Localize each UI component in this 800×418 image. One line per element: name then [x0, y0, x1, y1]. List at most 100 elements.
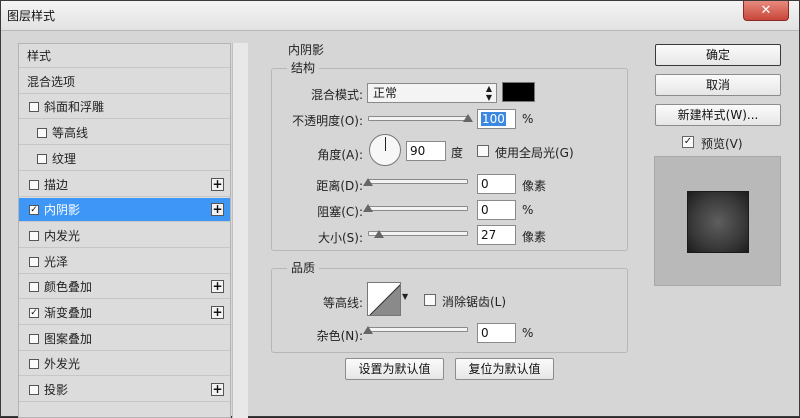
choke-label: 阻塞(C):: [317, 205, 363, 219]
style-item[interactable]: 投影 +: [19, 378, 230, 403]
distance-slider-thumb[interactable]: [363, 178, 373, 186]
cancel-button[interactable]: 取消: [655, 74, 781, 96]
style-item-checkbox[interactable]: [37, 153, 47, 164]
style-item-label: 渐变叠加: [44, 306, 93, 320]
global-light-checkbox[interactable]: [477, 145, 489, 157]
style-item-label: 等高线: [52, 126, 89, 141]
choke-slider-thumb[interactable]: [363, 204, 373, 212]
style-item-checkbox[interactable]: [29, 102, 39, 113]
style-item[interactable]: 光泽: [19, 250, 230, 274]
global-light-label: 使用全局光(G): [495, 146, 574, 160]
contour-label: 等高线:: [322, 296, 363, 310]
distance-input[interactable]: 0: [477, 174, 516, 194]
angle-input[interactable]: 90: [406, 141, 446, 161]
style-item[interactable]: 颜色叠加 +: [19, 275, 230, 300]
angle-value: 90: [410, 144, 426, 158]
style-item-checkbox[interactable]: [37, 128, 47, 139]
choke-input[interactable]: 0: [477, 200, 516, 220]
style-item-label: 颜色叠加: [44, 280, 93, 295]
reset-default-button[interactable]: 复位为默认值: [455, 358, 554, 380]
ok-button[interactable]: 确定: [655, 44, 781, 66]
style-item-checkbox[interactable]: [29, 179, 39, 190]
checkmark-icon: ✓: [683, 136, 693, 147]
section-title: 内阴影: [288, 43, 325, 57]
anti-alias-checkbox[interactable]: [424, 294, 436, 306]
noise-unit: %: [522, 326, 534, 340]
opacity-slider-track[interactable]: [368, 116, 468, 121]
angle-label: 角度(A):: [317, 148, 363, 162]
style-item-checkbox[interactable]: [29, 230, 39, 241]
blend-mode-value: 正常: [373, 86, 398, 100]
style-item[interactable]: ✓ 渐变叠加 +: [19, 301, 230, 325]
blend-mode-label: 混合模式:: [310, 88, 363, 102]
structure-title: 结构: [287, 59, 320, 76]
choke-unit: %: [522, 203, 534, 217]
add-effect-plus-icon[interactable]: +: [211, 383, 224, 397]
style-item-checkbox[interactable]: [29, 282, 39, 293]
style-item-checkbox[interactable]: ✓: [29, 308, 39, 318]
add-effect-plus-icon[interactable]: +: [211, 203, 224, 217]
style-item[interactable]: 纹理: [19, 147, 230, 171]
noise-slider-track[interactable]: [368, 327, 468, 332]
preview-label: 预览(V): [701, 137, 743, 151]
add-effect-plus-icon[interactable]: +: [211, 306, 224, 319]
style-item-checkbox[interactable]: ✓: [29, 205, 39, 216]
choke-slider-track[interactable]: [368, 206, 468, 211]
contour-picker[interactable]: [367, 282, 401, 316]
size-input[interactable]: 27: [477, 225, 516, 245]
make-default-button[interactable]: 设置为默认值: [345, 358, 444, 380]
style-item[interactable]: 描边 +: [19, 173, 230, 197]
contour-dropdown-icon[interactable]: ▼: [402, 292, 408, 301]
layer-style-dialog: 图层样式 ✕ 样式 混合选项 斜面和浮雕 等高线 纹理 描边 + ✓ 内阴影 + 内发光 光泽 颜色叠加…: [0, 0, 800, 418]
close-button[interactable]: ✕: [743, 1, 789, 21]
style-item-checkbox[interactable]: [29, 333, 39, 344]
noise-value: 0: [481, 326, 489, 340]
title-bar: 图层样式 ✕: [1, 1, 799, 31]
distance-slider-track[interactable]: [368, 179, 468, 184]
style-item[interactable]: ✓ 内阴影 +: [19, 198, 230, 223]
style-item[interactable]: 等高线: [19, 121, 230, 146]
style-item-label: 光泽: [44, 254, 69, 269]
angle-unit: 度: [451, 146, 464, 160]
opacity-value: 100: [481, 112, 506, 126]
styles-list-scrollbar[interactable]: [232, 43, 248, 418]
style-item[interactable]: 内发光: [19, 224, 230, 248]
style-item[interactable]: 图案叠加: [19, 327, 230, 351]
noise-slider-thumb[interactable]: [363, 326, 373, 334]
style-item-label: 混合选项: [27, 74, 76, 89]
new-style-button[interactable]: 新建样式(W)...: [655, 104, 781, 126]
size-label: 大小(S):: [317, 231, 363, 245]
add-effect-plus-icon[interactable]: +: [211, 280, 224, 294]
style-item-checkbox[interactable]: [29, 256, 39, 267]
style-item[interactable]: 外发光: [19, 352, 230, 377]
style-item-checkbox[interactable]: [29, 385, 39, 396]
opacity-unit: %: [522, 112, 534, 126]
style-item-label: 投影: [44, 383, 69, 398]
style-item[interactable]: 混合选项: [19, 70, 230, 94]
style-item-label: 样式: [27, 49, 52, 63]
opacity-input[interactable]: 100: [477, 109, 516, 129]
choke-value: 0: [481, 203, 489, 217]
style-item-checkbox[interactable]: [29, 359, 39, 370]
style-item-label: 外发光: [44, 357, 81, 372]
anti-alias-label: 消除锯齿(L): [442, 295, 507, 309]
distance-value: 0: [481, 177, 489, 191]
add-effect-plus-icon[interactable]: +: [211, 177, 224, 191]
style-item-label: 纹理: [52, 151, 77, 166]
opacity-slider-thumb[interactable]: [463, 114, 473, 122]
preview-checkbox[interactable]: ✓: [682, 136, 694, 148]
angle-dial[interactable]: [369, 134, 401, 166]
preview-area: [654, 156, 781, 286]
dialog-title: 图层样式: [7, 9, 56, 23]
distance-label: 距离(D):: [316, 179, 363, 193]
style-preview-thumbnail: [687, 191, 749, 253]
noise-input[interactable]: 0: [477, 323, 516, 343]
style-item[interactable]: 斜面和浮雕: [19, 95, 230, 120]
style-item-label: 斜面和浮雕: [44, 100, 105, 115]
blend-mode-select[interactable]: 正常 ▲ ▼: [367, 83, 497, 103]
styles-list: 样式混合选项斜面和浮雕等高线纹理描边 + ✓ 内阴影 + 内发光光泽颜色叠加 + ✓ 渐变叠加 +…: [18, 43, 231, 418]
size-value: 27: [481, 228, 497, 242]
shadow-color-swatch[interactable]: [502, 82, 535, 102]
style-item[interactable]: 样式: [19, 44, 230, 68]
size-slider-thumb[interactable]: [373, 230, 384, 238]
